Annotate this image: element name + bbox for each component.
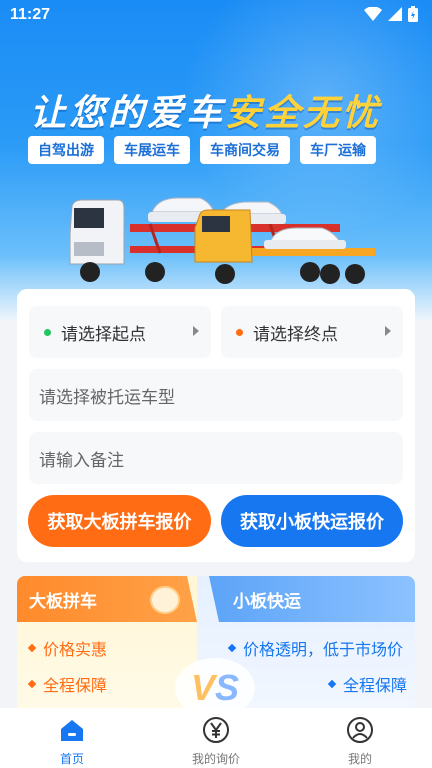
chip-dealer-trade: 车商间交易 bbox=[200, 136, 290, 164]
status-bar: 11:27 bbox=[0, 0, 432, 30]
chip-factory-transport: 车厂运输 bbox=[300, 136, 376, 164]
tab-mine[interactable]: 我的 bbox=[288, 708, 432, 768]
large-board-point-1: 价格实惠 bbox=[27, 636, 108, 660]
origin-arrow-icon bbox=[193, 326, 199, 336]
scenario-chips: 自驾出游 车展运车 车商间交易 车厂运输 bbox=[28, 136, 376, 164]
car-carrier-illustration bbox=[69, 197, 375, 284]
home-icon bbox=[61, 720, 83, 741]
tab-home-label: 首页 bbox=[59, 752, 84, 766]
large-board-title: 大板拼车 bbox=[17, 576, 197, 622]
large-board-point-2-text: 全程保障 bbox=[43, 678, 108, 695]
small-board-point-2: 全程保障 bbox=[327, 672, 408, 696]
headline-main: 让您的爱车 bbox=[30, 92, 226, 133]
destination-placeholder: 请选择终点 bbox=[253, 324, 338, 344]
vs-letter-s: S bbox=[215, 667, 240, 708]
bottom-tab-bar: 首页 我的询价 我的 bbox=[0, 708, 432, 768]
wifi-icon bbox=[364, 7, 382, 21]
status-time: 11:27 bbox=[10, 6, 51, 23]
vs-letter-v: V bbox=[190, 667, 215, 708]
large-board-point-2: 全程保障 bbox=[27, 672, 108, 696]
diamond-icon bbox=[327, 679, 337, 689]
small-board-quote-button[interactable]: 获取小板快运报价 bbox=[221, 495, 403, 547]
signal-icon bbox=[388, 7, 402, 21]
small-board-point-2-text: 全程保障 bbox=[343, 678, 408, 695]
tab-my-inquiries[interactable]: 我的询价 bbox=[144, 708, 288, 768]
chip-self-drive: 自驾出游 bbox=[28, 136, 104, 164]
small-board-title: 小板快运 bbox=[209, 576, 415, 622]
hero-headline: 让您的爱车安全无忧 bbox=[30, 84, 381, 136]
tab-home[interactable]: 首页 bbox=[0, 708, 144, 768]
battery-icon bbox=[408, 6, 418, 22]
destination-selector[interactable]: 请选择终点 bbox=[221, 306, 403, 358]
tab-my-inquiries-label: 我的询价 bbox=[191, 752, 240, 766]
hero-banner: 11:27 让您的爱车安全无忧 自驾出游 车展运车 车商间交易 车厂运输 bbox=[0, 0, 432, 320]
status-icons bbox=[364, 6, 418, 22]
large-board-point-1-text: 价格实惠 bbox=[43, 642, 108, 659]
chip-auto-show: 车展运车 bbox=[114, 136, 190, 164]
destination-arrow-icon bbox=[385, 326, 391, 336]
tab-mine-label: 我的 bbox=[347, 752, 372, 766]
origin-placeholder: 请选择起点 bbox=[61, 324, 146, 344]
user-icon bbox=[347, 717, 373, 743]
remark-input[interactable]: 请输入备注 bbox=[29, 432, 403, 484]
origin-dot-icon bbox=[44, 328, 51, 336]
diamond-icon bbox=[227, 643, 237, 653]
small-board-point-1: 价格透明，低于市场价 bbox=[227, 636, 404, 660]
yen-icon bbox=[203, 717, 229, 743]
vehicle-type-selector[interactable]: 请选择被托运车型 bbox=[29, 369, 403, 421]
quote-form-card: 请选择起点 请选择终点 请选择被托运车型 请输入备注 获取大板拼车报价 获取小板… bbox=[17, 289, 415, 562]
small-board-point-1-text: 价格透明，低于市场价 bbox=[243, 642, 404, 659]
origin-selector[interactable]: 请选择起点 bbox=[29, 306, 211, 358]
service-comparison: 大板拼车 价格实惠 全程保障 小板快运 价格透明，低于市场价 全程保障 VS bbox=[17, 576, 415, 718]
destination-dot-icon bbox=[236, 328, 243, 336]
diamond-icon bbox=[27, 643, 37, 653]
large-board-quote-button[interactable]: 获取大板拼车报价 bbox=[28, 495, 211, 547]
headline-accent: 安全无忧 bbox=[225, 92, 382, 133]
diamond-icon bbox=[27, 679, 37, 689]
coin-icon bbox=[150, 586, 180, 614]
